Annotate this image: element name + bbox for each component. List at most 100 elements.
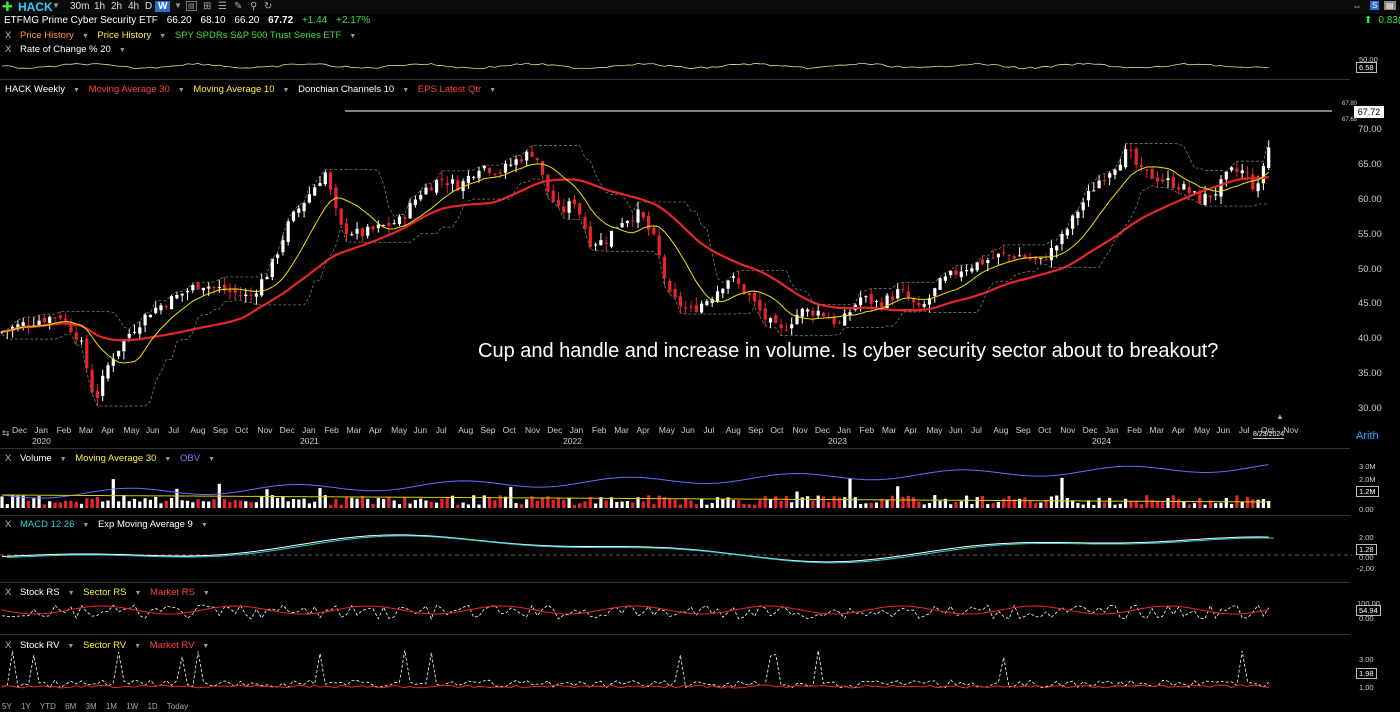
candle-body xyxy=(313,187,317,196)
candle-body xyxy=(1118,164,1122,171)
candle-body xyxy=(286,221,290,242)
candle-body xyxy=(1171,176,1175,189)
volume-bar xyxy=(986,504,990,508)
candle-body xyxy=(737,278,741,285)
volume-bar xyxy=(185,500,190,508)
volume-bar xyxy=(74,501,78,508)
volume-bar xyxy=(678,504,682,508)
volume-bar xyxy=(1118,503,1122,508)
candle-body xyxy=(551,190,555,202)
candle-body xyxy=(1086,190,1091,201)
volume-bar xyxy=(5,504,9,508)
volume-bar xyxy=(620,501,624,508)
candle-body xyxy=(721,288,725,294)
volume-bar xyxy=(106,500,110,508)
volume-bar xyxy=(705,504,709,508)
candle-body xyxy=(572,199,576,204)
candle-body xyxy=(355,228,359,234)
volume-bar xyxy=(562,499,566,508)
candle-body xyxy=(519,159,523,162)
candle-body xyxy=(1155,177,1159,182)
candle-body xyxy=(1187,186,1191,194)
candle-body xyxy=(1055,245,1059,251)
candle-body xyxy=(281,240,285,253)
volume-bar xyxy=(514,503,518,508)
volume-bar xyxy=(53,502,57,508)
candle-body xyxy=(244,294,248,297)
candle-body xyxy=(175,294,179,299)
candle-body xyxy=(1007,255,1011,257)
volume-bar xyxy=(419,498,423,508)
candle-body xyxy=(768,318,773,323)
candle-body xyxy=(376,224,380,229)
volume-bar xyxy=(265,489,269,508)
candle-body xyxy=(821,312,826,317)
candle-body xyxy=(265,277,269,280)
candle-body xyxy=(132,331,137,333)
candle-body xyxy=(85,338,89,369)
candle-body xyxy=(37,320,41,325)
candle-body xyxy=(424,187,428,195)
candle-body xyxy=(943,276,947,281)
candle-body xyxy=(1049,247,1053,261)
candle-body xyxy=(625,220,629,224)
volume-bar xyxy=(207,501,211,508)
volume-bar xyxy=(122,495,126,508)
candle-body xyxy=(154,307,158,314)
volume-bar xyxy=(445,497,449,508)
volume-bar xyxy=(360,495,364,508)
candle-body xyxy=(1060,233,1064,245)
volume-bar xyxy=(313,501,317,508)
volume-bar xyxy=(583,501,587,508)
volume-bar xyxy=(525,499,529,508)
candle-body xyxy=(302,202,306,212)
volume-bar xyxy=(949,504,953,508)
chart-canvas[interactable] xyxy=(0,0,1400,712)
volume-bar xyxy=(143,498,147,508)
candle-body xyxy=(726,280,730,289)
candle-body xyxy=(228,289,232,292)
volume-bar xyxy=(0,496,4,508)
volume-bar xyxy=(731,500,735,508)
volume-bar xyxy=(927,503,932,508)
volume-bar xyxy=(79,503,84,508)
volume-bar xyxy=(1023,497,1027,508)
candle-body xyxy=(201,287,205,291)
candle-body xyxy=(58,315,62,319)
candle-body xyxy=(138,327,142,334)
volume-bar xyxy=(334,498,338,508)
candle-body xyxy=(408,203,412,219)
volume-bar xyxy=(519,504,523,508)
volume-bar xyxy=(297,499,301,508)
volume-bar xyxy=(737,500,741,508)
candle-body xyxy=(1240,170,1244,174)
candle-body xyxy=(562,206,566,213)
volume-bar xyxy=(1129,501,1133,508)
candle-body xyxy=(318,182,322,186)
volume-bar xyxy=(1134,500,1138,508)
candle-body xyxy=(429,187,433,191)
candle-body xyxy=(933,288,937,296)
candle-body xyxy=(541,161,545,175)
volume-bar xyxy=(668,498,672,508)
candle-body xyxy=(652,227,656,235)
candle-body xyxy=(127,333,131,338)
volume-bar xyxy=(223,499,227,508)
volume-bar xyxy=(885,499,889,508)
candle-body xyxy=(1245,172,1250,174)
volume-bar xyxy=(95,496,99,508)
volume-bar xyxy=(1187,504,1191,508)
candle-body xyxy=(329,172,333,191)
candle-body xyxy=(1235,168,1239,172)
candle-body xyxy=(535,157,539,161)
candle-body xyxy=(488,168,492,173)
volume-bar xyxy=(1203,504,1207,508)
candle-body xyxy=(1018,255,1022,257)
candle-body xyxy=(122,339,126,352)
candle-body xyxy=(753,293,757,302)
candle-body xyxy=(1113,169,1117,175)
candle-body xyxy=(890,296,894,300)
candle-body xyxy=(859,297,863,306)
volume-bar xyxy=(890,495,894,508)
volume-bar xyxy=(1028,501,1032,508)
